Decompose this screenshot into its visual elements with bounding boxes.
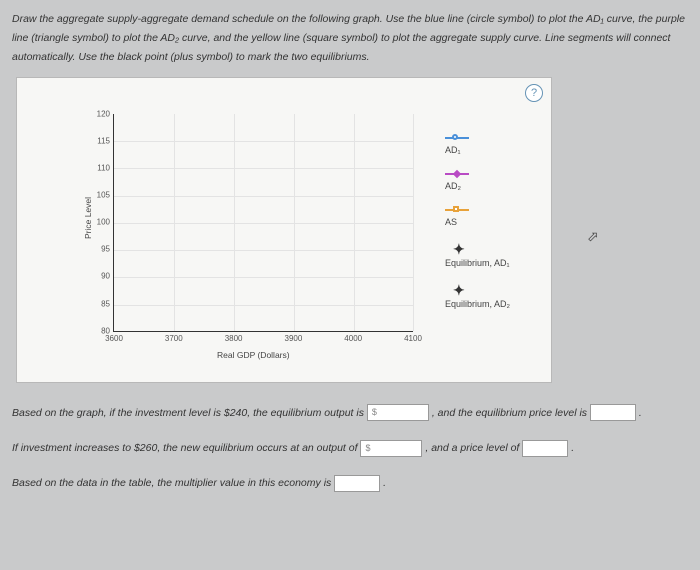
eq-output-1-input[interactable]: $ xyxy=(367,404,429,421)
cursor-icon: ⬀ xyxy=(587,228,599,245)
instructions-text: Draw the aggregate supply-aggregate dema… xyxy=(12,10,688,67)
eq-price-1-input[interactable] xyxy=(590,404,636,421)
legend-ad1[interactable]: AD₁ xyxy=(435,133,543,155)
y-tick: 120 xyxy=(97,109,110,118)
plot-area[interactable]: 120 115 110 105 100 95 90 85 80 3600 370… xyxy=(113,114,413,332)
legend-as[interactable]: AS xyxy=(435,205,543,227)
graph-panel[interactable]: ? 120 115 110 105 100 95 90 85 80 3600 3… xyxy=(16,77,552,383)
y-tick: 110 xyxy=(97,163,110,172)
y-tick: 85 xyxy=(101,299,110,308)
x-tick: 3800 xyxy=(225,334,243,343)
y-tick: 100 xyxy=(97,218,110,227)
y-tick: 115 xyxy=(97,136,110,145)
legend-eq1[interactable]: ✦ Equilibrium, AD₁ xyxy=(435,241,543,268)
x-tick: 3700 xyxy=(165,334,183,343)
plus-icon: ✦ xyxy=(453,241,465,257)
legend: AD₁ AD₂ AS ✦ Equilibrium, AD₁ ✦ Equilibr… xyxy=(435,133,543,323)
x-tick: 4100 xyxy=(404,334,422,343)
diamond-icon xyxy=(453,170,461,178)
x-tick: 3900 xyxy=(284,334,302,343)
y-tick: 90 xyxy=(101,272,110,281)
question-block: Based on the graph, if the investment le… xyxy=(12,401,688,497)
help-icon[interactable]: ? xyxy=(525,84,543,102)
x-tick: 4000 xyxy=(344,334,362,343)
legend-ad2[interactable]: AD₂ xyxy=(435,169,543,191)
square-icon xyxy=(453,206,459,212)
eq-price-2-input[interactable] xyxy=(522,440,568,457)
legend-eq2[interactable]: ✦ Equilibrium, AD₂ xyxy=(435,282,543,309)
x-axis-label: Real GDP (Dollars) xyxy=(217,350,290,360)
y-tick: 105 xyxy=(97,191,110,200)
plus-icon: ✦ xyxy=(453,282,465,298)
circle-icon xyxy=(452,134,458,140)
multiplier-input[interactable] xyxy=(334,475,380,492)
x-tick: 3600 xyxy=(105,334,123,343)
y-axis-label: Price Level xyxy=(83,197,93,239)
eq-output-2-input[interactable]: $ xyxy=(360,440,422,457)
y-tick: 95 xyxy=(101,245,110,254)
